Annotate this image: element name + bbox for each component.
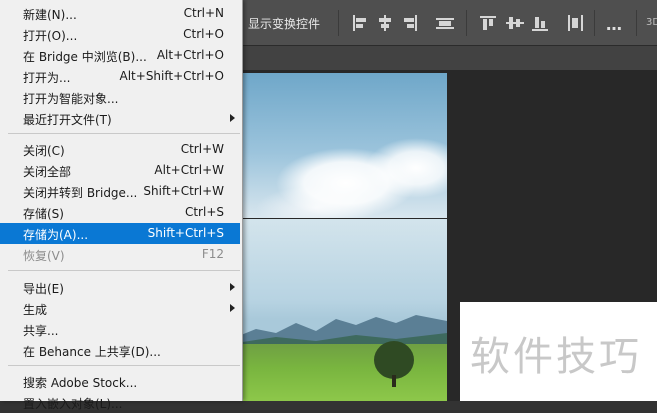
menu-item-label: 打开为...	[23, 71, 71, 85]
toolbar-separator	[636, 10, 637, 36]
toolbar-separator	[594, 10, 595, 36]
menu-item-label: 打开(O)...	[23, 29, 78, 43]
toolbar-separator	[466, 10, 467, 36]
menu-item-save[interactable]: 存储(S) Ctrl+S	[0, 202, 240, 223]
menu-separator	[8, 133, 240, 134]
menu-separator	[8, 365, 240, 366]
menu-item-close[interactable]: 关闭(C) Ctrl+W	[0, 139, 240, 160]
menu-item-close-and-go-to-bridge[interactable]: 关闭并转到 Bridge... Shift+Ctrl+W	[0, 181, 240, 202]
menu-item-shortcut: Ctrl+O	[183, 27, 224, 41]
menu-item-shortcut: Alt+Ctrl+W	[154, 163, 224, 177]
menu-item-label: 关闭并转到 Bridge...	[23, 186, 138, 200]
show-transform-controls-label[interactable]: 显示变换控件	[248, 15, 320, 32]
menu-item-label: 存储(S)	[23, 207, 64, 221]
menu-item-open[interactable]: 打开(O)... Ctrl+O	[0, 24, 240, 45]
menu-item-search-adobe-stock[interactable]: 搜索 Adobe Stock...	[0, 371, 240, 392]
menu-item-label: 存储为(A)...	[23, 228, 89, 242]
menu-item-shortcut: Shift+Ctrl+W	[143, 184, 224, 198]
menu-item-new[interactable]: 新建(N)... Ctrl+N	[0, 3, 240, 24]
menu-item-shortcut: Alt+Shift+Ctrl+O	[119, 69, 224, 83]
submenu-arrow-icon	[230, 304, 235, 312]
align-bottom-icon[interactable]	[532, 15, 550, 31]
menu-item-open-as-smart-object[interactable]: 打开为智能对象...	[0, 87, 240, 108]
menu-item-export[interactable]: 导出(E)	[0, 277, 240, 298]
menu-item-label: 打开为智能对象...	[23, 92, 119, 106]
menu-item-place-embedded[interactable]: 置入嵌入对象(L)...	[0, 392, 240, 413]
menu-item-open-as[interactable]: 打开为... Alt+Shift+Ctrl+O	[0, 66, 240, 87]
submenu-arrow-icon	[230, 283, 235, 291]
distribute-vertical-icon[interactable]	[567, 15, 585, 31]
align-horizontal-center-icon[interactable]	[376, 15, 394, 31]
menu-item-label: 恢复(V)	[23, 249, 65, 263]
watermark: 软件技巧	[460, 302, 657, 401]
meadow	[236, 344, 447, 401]
menu-separator	[8, 270, 240, 271]
distribute-horizontal-icon[interactable]	[436, 15, 454, 31]
align-right-icon[interactable]	[400, 15, 418, 31]
canvas-image-sky	[236, 73, 447, 218]
menu-item-label: 新建(N)...	[23, 8, 77, 22]
3d-mode-label[interactable]: 3D	[646, 17, 657, 28]
menu-item-recent-files[interactable]: 最近打开文件(T)	[0, 108, 240, 129]
menu-item-save-as[interactable]: 存储为(A)... Shift+Ctrl+S	[0, 223, 240, 244]
menu-item-shortcut: Shift+Ctrl+S	[147, 226, 224, 240]
menu-item-label: 关闭(C)	[23, 144, 65, 158]
menu-item-label: 生成	[23, 303, 48, 317]
menu-item-close-all[interactable]: 关闭全部 Alt+Ctrl+W	[0, 160, 240, 181]
menu-item-label: 在 Behance 上共享(D)...	[23, 345, 161, 359]
menu-item-label: 搜索 Adobe Stock...	[23, 376, 138, 390]
menu-item-shortcut: Alt+Ctrl+O	[156, 48, 224, 62]
menu-item-label: 共享...	[23, 324, 59, 338]
toolbar-separator	[338, 10, 339, 36]
menu-item-label: 关闭全部	[23, 165, 72, 179]
menu-item-share-on-behance[interactable]: 在 Behance 上共享(D)...	[0, 340, 240, 361]
submenu-arrow-icon	[230, 114, 235, 122]
watermark-text: 软件技巧	[470, 334, 642, 380]
more-options-icon[interactable]: …	[606, 15, 623, 34]
menu-item-label: 在 Bridge 中浏览(B)...	[23, 50, 147, 64]
menu-item-browse-in-bridge[interactable]: 在 Bridge 中浏览(B)... Alt+Ctrl+O	[0, 45, 240, 66]
menu-item-label: 最近打开文件(T)	[23, 113, 112, 127]
align-top-icon[interactable]	[480, 15, 498, 31]
menu-item-generate[interactable]: 生成	[0, 298, 240, 319]
align-vertical-center-icon[interactable]	[506, 15, 524, 31]
canvas-image-landscape	[236, 219, 447, 401]
file-menu: 新建(N)... Ctrl+N 打开(O)... Ctrl+O 在 Bridge…	[0, 0, 243, 411]
menu-item-revert: 恢复(V) F12	[0, 244, 240, 265]
menu-item-label: 导出(E)	[23, 282, 64, 296]
tree-trunk	[392, 375, 396, 387]
menu-item-shortcut: Ctrl+W	[180, 142, 224, 156]
menu-item-label: 置入嵌入对象(L)...	[23, 397, 123, 411]
menu-item-share[interactable]: 共享...	[0, 319, 240, 340]
menu-item-shortcut: Ctrl+N	[183, 6, 224, 20]
align-left-icon[interactable]	[352, 15, 370, 31]
tree	[374, 341, 414, 379]
menu-item-shortcut: Ctrl+S	[184, 205, 224, 219]
menu-item-shortcut: F12	[201, 247, 224, 261]
